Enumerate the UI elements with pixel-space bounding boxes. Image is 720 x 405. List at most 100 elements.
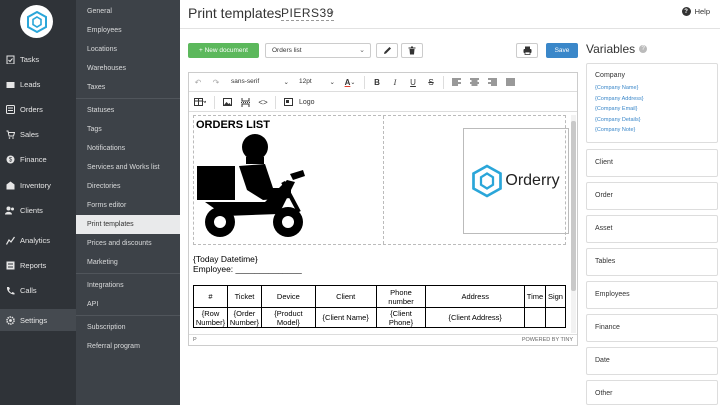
editor-toolbar-row-1: ↶ ↷ sans-serif ⌄ 12pt ⌄ A ⌄ B I U S	[189, 73, 577, 92]
subnav-item-prices[interactable]: Prices and discounts	[76, 234, 180, 253]
hexagon-logo-icon	[26, 10, 47, 33]
nav-item-analytics[interactable]: Analytics	[0, 229, 76, 251]
subnav-item-locations[interactable]: Locations	[76, 40, 180, 59]
variable-group-tables[interactable]: Tables	[586, 248, 718, 276]
variables-title: Variables ?	[586, 42, 648, 56]
nav-item-clients[interactable]: Clients	[0, 199, 76, 221]
nav-item-leads[interactable]: Leads	[0, 73, 76, 95]
nav-item-calls[interactable]: Calls	[0, 279, 76, 301]
chevron-down-icon[interactable]: ▾	[330, 9, 334, 17]
variables-heading: Variables	[586, 42, 636, 56]
table-row: {Row Number} {Order Number} {Product Mod…	[193, 307, 567, 328]
variable-link[interactable]: {Company Note}	[595, 125, 717, 136]
font-family-value: sans-serif	[231, 78, 260, 85]
subnav-item-employees[interactable]: Employees	[76, 21, 180, 40]
subnav-item-integrations[interactable]: Integrations	[76, 276, 180, 295]
subnav-item-statuses[interactable]: Statuses	[76, 101, 180, 120]
table-cell	[544, 307, 567, 328]
nav-label: Analytics	[20, 235, 51, 245]
cart-icon	[5, 129, 15, 139]
subnav-item-subscription[interactable]: Subscription	[76, 318, 180, 337]
undo-icon[interactable]: ↶	[189, 74, 207, 91]
nav-item-finance[interactable]: $ Finance	[0, 148, 76, 170]
delete-template-button[interactable]	[401, 43, 423, 58]
variable-group-other[interactable]: Other	[586, 380, 718, 405]
info-icon[interactable]: ?	[639, 45, 648, 53]
table-header: Device	[260, 285, 316, 308]
variable-link[interactable]: {Company Name}	[595, 83, 717, 94]
new-document-button[interactable]: + New document	[188, 43, 259, 58]
table-cell: {Client Address}	[425, 307, 525, 328]
align-left-icon[interactable]	[447, 74, 465, 91]
table-cell: {Client Name}	[314, 307, 377, 328]
employee-line: Employee: ______________	[193, 264, 302, 274]
nav-item-settings[interactable]: Settings	[0, 309, 76, 331]
subnav-item-notifications[interactable]: Notifications	[76, 139, 180, 158]
variable-group-finance[interactable]: Finance	[586, 314, 718, 342]
font-size-select[interactable]: 12pt ⌄	[293, 78, 339, 86]
align-justify-icon[interactable]	[501, 74, 519, 91]
datetime-variable: {Today Datetime}	[193, 254, 258, 264]
table-icon[interactable]	[189, 94, 211, 111]
align-center-icon[interactable]	[465, 74, 483, 91]
help-link[interactable]: ? Help	[681, 7, 710, 16]
subnav-item-taxes[interactable]: Taxes	[76, 78, 180, 97]
variable-group-asset[interactable]: Asset	[586, 215, 718, 243]
font-family-select[interactable]: sans-serif ⌄	[225, 78, 293, 86]
template-select[interactable]: Orders list ⌄	[265, 43, 371, 58]
save-button[interactable]: Save	[546, 43, 578, 58]
subnav-item-marketing[interactable]: Marketing	[76, 253, 180, 272]
nav-label: Reports	[20, 260, 47, 270]
variable-group-employees[interactable]: Employees	[586, 281, 718, 309]
nav-item-tasks[interactable]: Tasks	[0, 48, 76, 70]
nav-item-reports[interactable]: Reports	[0, 254, 76, 276]
text-color-icon[interactable]: A ⌄	[339, 74, 361, 91]
element-path[interactable]: P	[193, 337, 197, 343]
font-size-value: 12pt	[299, 78, 312, 85]
image-icon[interactable]	[218, 94, 236, 111]
subnav-item-print-templates[interactable]: Print templates	[76, 215, 180, 234]
italic-icon[interactable]: I	[386, 74, 404, 91]
rich-text-editor: ↶ ↷ sans-serif ⌄ 12pt ⌄ A ⌄ B I U S <> Logo…	[188, 72, 578, 346]
subnav-item-services[interactable]: Services and Works list	[76, 158, 180, 177]
subnav-item-tags[interactable]: Tags	[76, 120, 180, 139]
redo-icon[interactable]: ↷	[207, 74, 225, 91]
subnav-item-api[interactable]: API	[76, 295, 180, 314]
subnav-item-referral[interactable]: Referral program	[76, 337, 180, 356]
chevron-down-icon: ⌄	[283, 79, 289, 86]
nav-item-inventory[interactable]: Inventory	[0, 174, 76, 196]
underline-icon[interactable]: U	[404, 74, 422, 91]
page-break-icon[interactable]	[236, 94, 254, 111]
variable-link[interactable]: {Company Address}	[595, 94, 717, 105]
editor-scrollbar[interactable]	[571, 115, 576, 333]
variable-link[interactable]: {Company Details}	[595, 115, 717, 126]
nav-item-orders[interactable]: Orders	[0, 98, 76, 120]
table-header: Phone number	[375, 285, 427, 308]
subnav-item-general[interactable]: General	[76, 2, 180, 21]
strikethrough-icon[interactable]: S	[422, 74, 440, 91]
subnav-item-warehouses[interactable]: Warehouses	[76, 59, 180, 78]
variable-group-client[interactable]: Client	[586, 149, 718, 177]
printer-icon	[523, 46, 531, 55]
subnav-item-forms-editor[interactable]: Forms editor	[76, 196, 180, 215]
align-right-icon[interactable]	[483, 74, 501, 91]
variable-group-company[interactable]: Company {Company Name} {Company Address}…	[586, 63, 718, 143]
variable-group-order[interactable]: Order	[586, 182, 718, 210]
subnav-item-directories[interactable]: Directories	[76, 177, 180, 196]
document-canvas[interactable]: ORDERS LIST Orderry {Today Datetime} Emp…	[191, 114, 569, 334]
logo-image-icon[interactable]	[279, 94, 297, 111]
logo-button[interactable]: Logo	[299, 99, 315, 106]
source-code-icon[interactable]: <>	[254, 94, 272, 111]
company-switcher[interactable]: PIERS39	[281, 6, 334, 21]
print-button[interactable]	[516, 43, 538, 58]
edit-template-button[interactable]	[376, 43, 398, 58]
powered-by-label[interactable]: POWERED BY TINY	[522, 337, 573, 343]
scrollbar-thumb[interactable]	[571, 121, 576, 291]
app-logo[interactable]	[20, 5, 53, 38]
table-header: Sign	[544, 285, 567, 308]
variable-group-date[interactable]: Date	[586, 347, 718, 375]
main-sidebar: Tasks Leads Orders Sales $ Finance Inven…	[0, 0, 76, 405]
nav-item-sales[interactable]: Sales	[0, 123, 76, 145]
variable-link[interactable]: {Company Email}	[595, 104, 717, 115]
bold-icon[interactable]: B	[368, 74, 386, 91]
